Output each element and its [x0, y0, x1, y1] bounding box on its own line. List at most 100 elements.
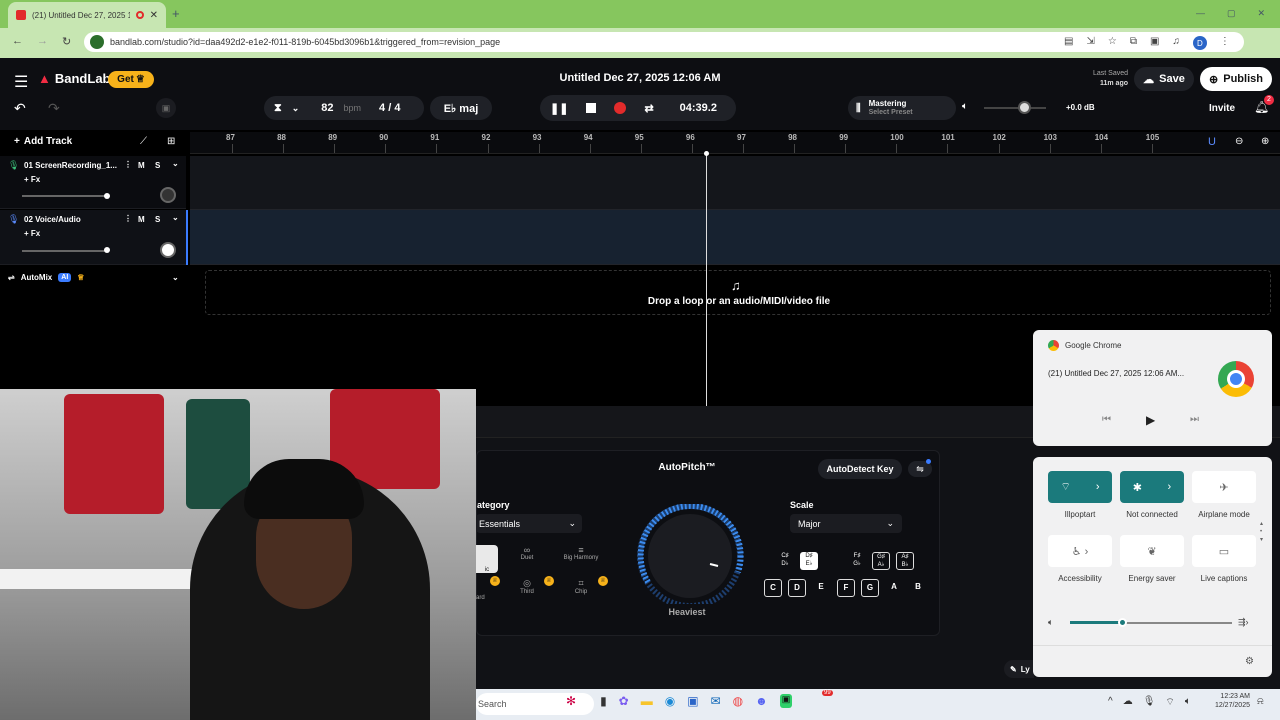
track-2-fx[interactable]: + Fx [24, 229, 40, 238]
speaker-tray-icon[interactable]: 🔈︎ [1185, 696, 1191, 709]
file-explorer-icon[interactable]: ▬ [641, 694, 653, 708]
hamburger-menu-icon[interactable]: ☰ [14, 72, 28, 92]
record-icon[interactable] [614, 102, 627, 114]
autodetect-key-button[interactable]: AutoDetect Key [818, 459, 902, 479]
media-controls-icon[interactable]: ♫ [1172, 36, 1180, 50]
media-play-icon[interactable]: ▶ [1146, 413, 1155, 427]
track-2-menu-icon[interactable]: ⋮ [124, 214, 132, 223]
wifi-tray-icon[interactable]: ⌔ [1165, 696, 1174, 709]
track-1-menu-icon[interactable]: ⋮ [124, 160, 132, 169]
site-info-icon[interactable] [90, 35, 104, 49]
preset-big-harmony[interactable]: ≡ Big Harmony [558, 545, 604, 573]
bandlab-taskbar-icon[interactable]: ▣ [779, 694, 793, 708]
loop-icon[interactable]: ⇄ [644, 102, 653, 115]
maximize-icon[interactable]: ▢ [1227, 8, 1236, 19]
pause-icon[interactable]: ❚❚ [550, 102, 568, 115]
accessibility-tile[interactable]: ♿︎ › [1048, 535, 1112, 567]
track-1-fx[interactable]: + Fx [24, 175, 40, 184]
audio-output-icon[interactable]: ⇶› [1238, 617, 1249, 628]
install-app-icon[interactable]: ⇲ [1086, 36, 1094, 50]
mastering-button[interactable]: ⫼ Mastering Select Preset [848, 96, 956, 120]
track-2-name[interactable]: 02 Voice/Audio [24, 215, 120, 224]
track-2-volume-slider[interactable] [22, 250, 108, 252]
chevron-down-icon[interactable]: ⌄ [292, 103, 300, 114]
airplane-tile[interactable]: ✈ [1192, 471, 1256, 503]
playhead[interactable] [706, 154, 707, 406]
edge-icon[interactable]: ◉ [665, 694, 675, 708]
note-gsharp[interactable]: G♯ A♭ [872, 552, 890, 570]
track-1-volume-thumb[interactable] [104, 193, 110, 199]
stop-icon[interactable] [586, 103, 597, 113]
note-csharp[interactable]: C♯ D♭ [776, 552, 794, 570]
track-2-mute[interactable]: M [138, 215, 145, 224]
note-c[interactable]: C [764, 579, 782, 597]
scale-select[interactable]: Major ⌄ [790, 514, 902, 533]
reload-icon[interactable]: ↻ [62, 35, 71, 48]
copilot-icon[interactable]: ✿ [619, 694, 629, 708]
preset-duet[interactable]: ∞ Duet [508, 545, 546, 573]
note-g[interactable]: G [861, 579, 879, 597]
outlook-icon[interactable]: ✉ [711, 694, 721, 708]
note-a[interactable]: A [885, 579, 903, 597]
track-1-name[interactable]: 01 ScreenRecording_1... [24, 161, 120, 170]
note-f[interactable]: F [837, 579, 855, 597]
master-volume-slider[interactable] [984, 107, 1046, 109]
search-highlight-icon[interactable]: ✻ [566, 694, 576, 708]
track-2-expand-icon[interactable]: ⌄ [172, 213, 179, 222]
close-window-icon[interactable]: ✕ [1258, 8, 1266, 19]
time-signature[interactable]: 4 / 4 [379, 102, 400, 114]
preset-classic-partial[interactable]: ic [476, 545, 498, 573]
qs-volume-icon[interactable]: 🔈︎ [1048, 617, 1053, 628]
get-membership-button[interactable]: Get ♕ [108, 71, 154, 88]
taskbar-clock[interactable]: 12:23 AM 12/27/2025 [1208, 692, 1250, 710]
tray-chevron-icon[interactable]: ^ [1108, 696, 1113, 709]
live-captions-tile[interactable]: ▭ [1192, 535, 1256, 567]
chrome-taskbar-icon[interactable]: ◍ [733, 694, 743, 708]
onedrive-icon[interactable]: ☁ [1123, 696, 1133, 709]
publish-button[interactable]: ⊕ Publish [1200, 67, 1272, 91]
timeline-ruler[interactable]: 87 88 89 90 91 92 93 94 95 96 97 98 99 100 101 102 103 10… [190, 132, 1280, 154]
key-selector[interactable]: E♭ maj [430, 96, 492, 120]
magnet-snap-icon[interactable]: U [1208, 136, 1216, 148]
brand-logo[interactable]: ▲ BandLab [38, 71, 111, 86]
forward-icon[interactable]: → [37, 35, 48, 48]
bpm-value[interactable]: 82 [321, 102, 333, 114]
project-title[interactable]: Untitled Dec 27, 2025 12:06 AM [520, 72, 760, 84]
chrome-menu-icon[interactable]: ⋮ [1220, 36, 1230, 50]
note-b[interactable]: B [909, 579, 927, 597]
track-1-lane[interactable] [190, 156, 1280, 210]
profile-avatar[interactable]: D [1192, 36, 1207, 50]
notification-center-icon[interactable]: ⍾ [1257, 696, 1264, 707]
qs-settings-icon[interactable]: ⚙ [1245, 656, 1254, 667]
track-2-lane[interactable] [190, 210, 1280, 265]
note-d[interactable]: D [788, 579, 806, 597]
preset-hard-partial[interactable]: ard [476, 595, 485, 601]
wifi-tile[interactable]: ⌔ › [1048, 471, 1112, 503]
task-view-icon[interactable]: ▮ [600, 694, 607, 708]
note-asharp[interactable]: A♯ B♭ [896, 552, 914, 570]
save-button[interactable]: ☁ Save [1134, 67, 1194, 91]
zoom-in-icon[interactable]: ⊕ [1261, 136, 1269, 147]
track-1-pan-knob[interactable] [160, 187, 176, 203]
browser-tab[interactable]: (21) Untitled Dec 27, 2025 1 ✕ [8, 2, 166, 28]
category-select[interactable]: Essentials ⌄ [476, 514, 582, 533]
lyrics-button-partial[interactable]: ✎ Ly [1004, 660, 1034, 678]
track-1-mute[interactable]: M [138, 161, 145, 170]
track-2-volume-thumb[interactable] [104, 247, 110, 253]
tab-close-icon[interactable]: ✕ [150, 10, 158, 21]
preset-chip[interactable]: ⌗ Chip [562, 578, 600, 606]
minimize-icon[interactable]: — [1196, 8, 1205, 19]
note-e[interactable]: E [812, 579, 830, 597]
bluetooth-tile[interactable]: ✱ › [1120, 471, 1184, 503]
playhead-handle[interactable] [704, 151, 709, 156]
mic-tray-icon[interactable]: 🎙︎ [1143, 696, 1156, 709]
tuning-fork-icon[interactable]: ⟋ [140, 136, 147, 147]
bookmark-star-icon[interactable]: ☆ [1108, 36, 1117, 50]
redo-button[interactable]: ↷ [48, 100, 60, 117]
note-dsharp[interactable]: D♯ E♭ [800, 552, 818, 570]
automix-row[interactable]: ⇌ AutoMix AI ♕ [8, 273, 84, 282]
preset-third[interactable]: ◎ Third [508, 578, 546, 606]
store-icon[interactable]: ▣ [687, 694, 698, 708]
media-previous-icon[interactable]: ⏮ [1102, 414, 1111, 425]
discord-icon[interactable]: ☻ [755, 694, 768, 708]
